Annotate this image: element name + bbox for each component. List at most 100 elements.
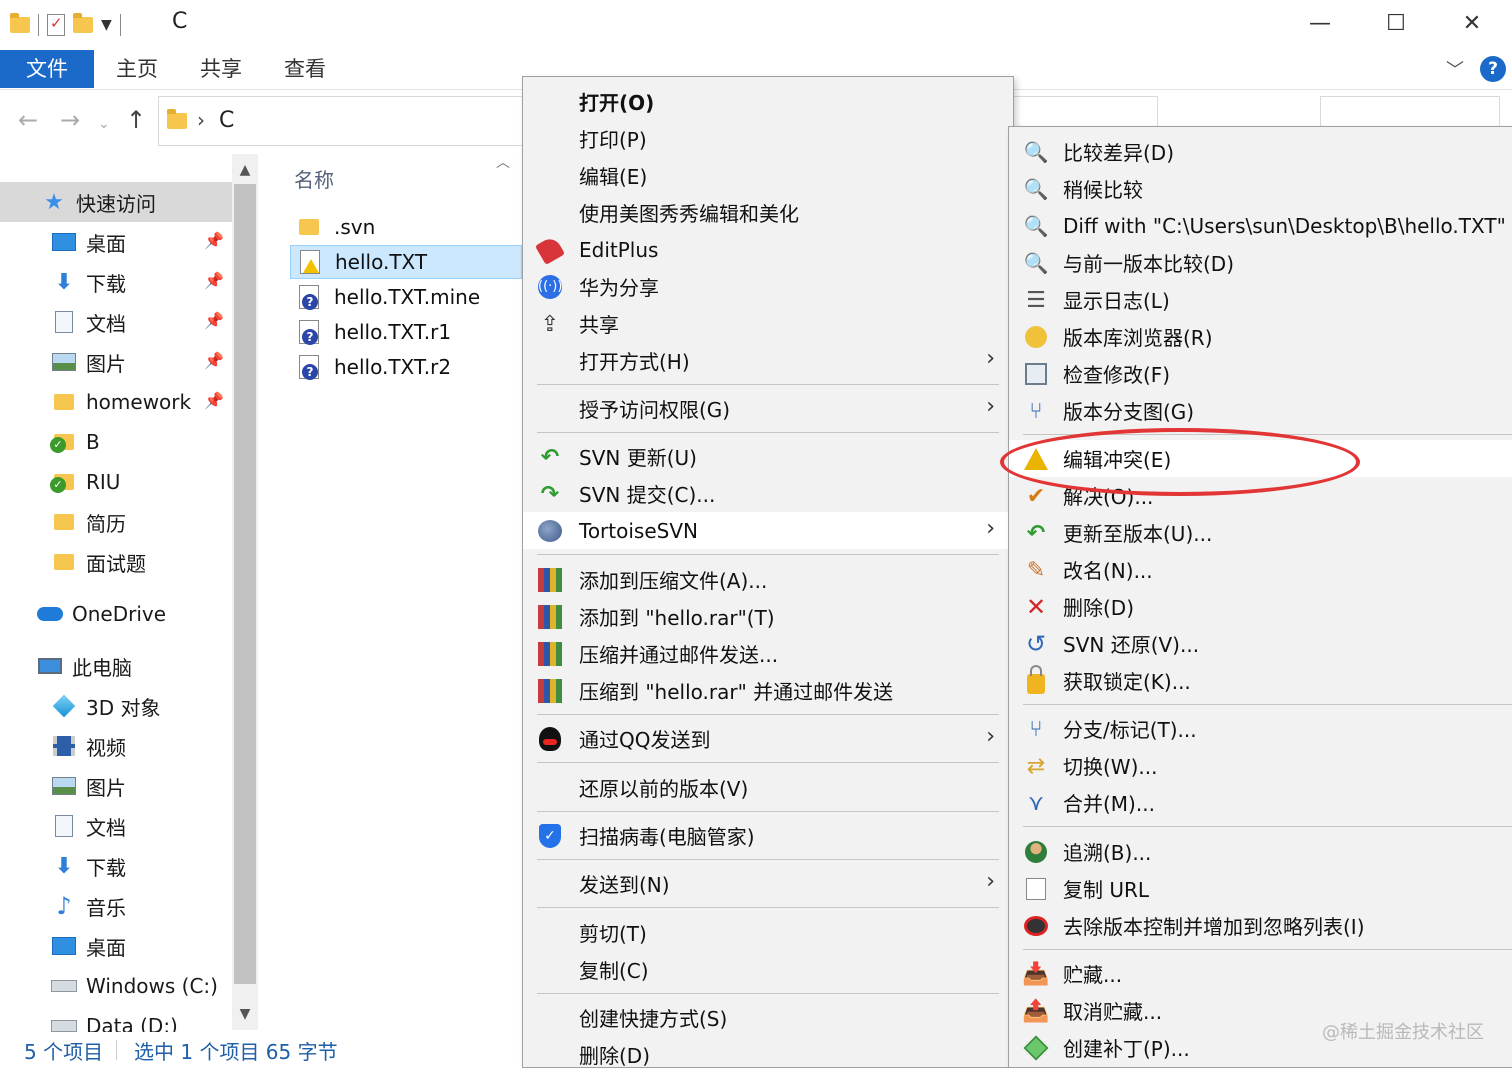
menu-item-get-lock[interactable]: 获取锁定(K)... <box>1009 662 1512 699</box>
menu-item-scan-virus[interactable]: ✓ 扫描病毒(电脑管家) <box>523 817 1013 854</box>
menu-item-diff-previous[interactable]: 🔍 与前一版本比较(D) <box>1009 244 1512 281</box>
menu-item-create-shortcut[interactable]: 创建快捷方式(S) <box>523 999 1013 1036</box>
tab-home[interactable]: 主页 <box>116 50 158 88</box>
menu-item-editplus[interactable]: EditPlus <box>523 231 1013 268</box>
menu-item-send-qq[interactable]: 通过QQ发送到 › <box>523 720 1013 757</box>
nav-item-homework[interactable]: homework 📌 <box>0 382 232 422</box>
pin-icon[interactable]: 📌 <box>204 391 224 410</box>
pin-icon[interactable]: 📌 <box>204 351 224 370</box>
nav-item-drive-d[interactable]: Data (D:) <box>0 1006 232 1032</box>
nav-item-documents[interactable]: 文档 📌 <box>0 302 232 342</box>
expand-ribbon-icon[interactable]: ﹀ <box>1446 56 1464 82</box>
back-button[interactable]: ← <box>18 106 38 134</box>
file-row[interactable]: hello.TXT.r2 <box>290 350 522 384</box>
menu-item-merge[interactable]: ⋎ 合并(M)... <box>1009 784 1512 821</box>
tab-file[interactable]: 文件 <box>0 50 94 88</box>
menu-item-copy[interactable]: 复制(C) <box>523 951 1013 988</box>
menu-item-cut[interactable]: 剪切(T) <box>523 914 1013 951</box>
menu-item-switch[interactable]: ⇄ 切换(W)... <box>1009 747 1512 784</box>
nav-item-documents-pc[interactable]: 文档 <box>0 806 232 846</box>
menu-item-svn-update[interactable]: ↶ SVN 更新(U) <box>523 438 1013 475</box>
nav-item-pictures-pc[interactable]: 图片 <box>0 766 232 806</box>
recent-locations-icon[interactable]: ⌄ <box>98 116 110 132</box>
new-folder-icon[interactable] <box>73 13 93 33</box>
minimize-button[interactable]: — <box>1300 8 1340 40</box>
menu-item-diff[interactable]: 🔍 比较差异(D) <box>1009 133 1512 170</box>
pin-icon[interactable]: 📌 <box>204 231 224 250</box>
nav-item-riu[interactable]: RIU <box>0 462 232 502</box>
nav-item-pictures[interactable]: 图片 📌 <box>0 342 232 382</box>
pin-icon[interactable]: 📌 <box>204 311 224 330</box>
file-row[interactable]: hello.TXT.mine <box>290 280 522 314</box>
help-button[interactable]: ? <box>1480 56 1506 82</box>
menu-item-huawei-share[interactable]: ((·)) 华为分享 <box>523 268 1013 305</box>
nav-item-videos[interactable]: 视频 <box>0 726 232 766</box>
breadcrumb-chevron-icon[interactable]: › <box>197 108 205 132</box>
nav-item-desktop[interactable]: 桌面 📌 <box>0 222 232 262</box>
menu-item-meitu[interactable]: 使用美图秀秀编辑和美化 <box>523 194 1013 231</box>
nav-item-interview[interactable]: 面试题 <box>0 542 232 582</box>
menu-item-branch-tag[interactable]: ⑂ 分支/标记(T)... <box>1009 710 1512 747</box>
menu-item-check-modifications[interactable]: 检查修改(F) <box>1009 355 1512 392</box>
tab-share[interactable]: 共享 <box>200 50 242 88</box>
menu-item-print[interactable]: 打印(P) <box>523 120 1013 157</box>
menu-item-copy-url[interactable]: 复制 URL <box>1009 870 1512 907</box>
navpane-scrollbar[interactable]: ▲ ▼ <box>232 154 258 1030</box>
menu-item-diff-with[interactable]: 🔍 Diff with "C:\Users\sun\Desktop\B\hell… <box>1009 207 1512 244</box>
file-row[interactable]: .svn <box>290 210 522 244</box>
menu-item-delete[interactable]: 删除(D) <box>523 1036 1013 1068</box>
maximize-button[interactable]: ☐ <box>1376 8 1416 40</box>
menu-item-edit-conflicts[interactable]: 编辑冲突(E) <box>1009 440 1512 477</box>
breadcrumb[interactable]: C <box>219 108 234 133</box>
properties-icon[interactable] <box>47 14 65 36</box>
menu-item-restore-versions[interactable]: 还原以前的版本(V) <box>523 769 1013 806</box>
nav-item-downloads[interactable]: ⬇ 下载 📌 <box>0 262 232 302</box>
nav-item-music[interactable]: ♪ 音乐 <box>0 886 232 926</box>
menu-item-update-to-revision[interactable]: ↶ 更新至版本(U)... <box>1009 514 1512 551</box>
search-input[interactable] <box>1320 96 1500 130</box>
menu-item-svn-commit[interactable]: ↷ SVN 提交(C)... <box>523 475 1013 512</box>
menu-item-open[interactable]: 打开(O) <box>523 83 1013 120</box>
menu-item-svn-revert[interactable]: ↺ SVN 还原(V)... <box>1009 625 1512 662</box>
menu-item-show-log[interactable]: ☰ 显示日志(L) <box>1009 281 1512 318</box>
nav-item-drive-c[interactable]: Windows (C:) <box>0 966 232 1006</box>
nav-this-pc[interactable]: 此电脑 <box>0 646 232 686</box>
nav-item-3d-objects[interactable]: 3D 对象 <box>0 686 232 726</box>
menu-item-grant-access[interactable]: 授予访问权限(G) › <box>523 390 1013 427</box>
scrollbar-thumb[interactable] <box>234 184 256 984</box>
menu-item-add-to-hello-rar[interactable]: 添加到 "hello.rar"(T) <box>523 598 1013 635</box>
pin-icon[interactable]: 📌 <box>204 271 224 290</box>
nav-quick-access[interactable]: ★ 快速访问 <box>0 182 232 222</box>
menu-item-share[interactable]: ⇪ 共享 <box>523 305 1013 342</box>
menu-item-svn-delete[interactable]: ✕ 删除(D) <box>1009 588 1512 625</box>
file-row-selected[interactable]: hello.TXT <box>290 245 522 279</box>
scroll-down-icon[interactable]: ▼ <box>232 1000 258 1028</box>
menu-item-unversion-ignore[interactable]: 去除版本控制并增加到忽略列表(I) <box>1009 907 1512 944</box>
menu-item-edit[interactable]: 编辑(E) <box>523 157 1013 194</box>
menu-item-rename[interactable]: ✎ 改名(N)... <box>1009 551 1512 588</box>
menu-item-blame[interactable]: 追溯(B)... <box>1009 833 1512 870</box>
menu-item-revision-graph[interactable]: ⑂ 版本分支图(G) <box>1009 392 1512 429</box>
menu-item-add-to-archive[interactable]: 添加到压缩文件(A)... <box>523 561 1013 598</box>
menu-item-shelve[interactable]: 📥 贮藏... <box>1009 955 1512 992</box>
nav-item-resume[interactable]: 简历 <box>0 502 232 542</box>
nav-onedrive[interactable]: OneDrive <box>0 594 232 634</box>
menu-item-tortoisesvn[interactable]: TortoiseSVN › <box>523 512 1013 549</box>
tab-view[interactable]: 查看 <box>284 50 326 88</box>
scroll-up-icon[interactable]: ▲ <box>232 156 258 184</box>
menu-item-repo-browser[interactable]: 版本库浏览器(R) <box>1009 318 1512 355</box>
nav-item-desktop-pc[interactable]: 桌面 <box>0 926 232 966</box>
menu-item-open-with[interactable]: 打开方式(H) › <box>523 342 1013 379</box>
forward-button[interactable]: → <box>60 106 80 134</box>
customize-dropdown-icon[interactable]: ▼ <box>101 17 112 33</box>
menu-item-diff-later[interactable]: 🔍 稍候比较 <box>1009 170 1512 207</box>
menu-item-resolve[interactable]: ✔ 解决(O)... <box>1009 477 1512 514</box>
nav-item-b[interactable]: B <box>0 422 232 462</box>
close-button[interactable]: ✕ <box>1452 8 1492 40</box>
up-button[interactable]: ↑ <box>126 106 146 134</box>
file-row[interactable]: hello.TXT.r1 <box>290 315 522 349</box>
menu-item-send-to[interactable]: 发送到(N) › <box>523 865 1013 902</box>
column-header-name[interactable]: 名称 <box>294 164 334 193</box>
menu-item-compress-rar-email[interactable]: 压缩到 "hello.rar" 并通过邮件发送 <box>523 672 1013 709</box>
menu-item-compress-email[interactable]: 压缩并通过邮件发送... <box>523 635 1013 672</box>
